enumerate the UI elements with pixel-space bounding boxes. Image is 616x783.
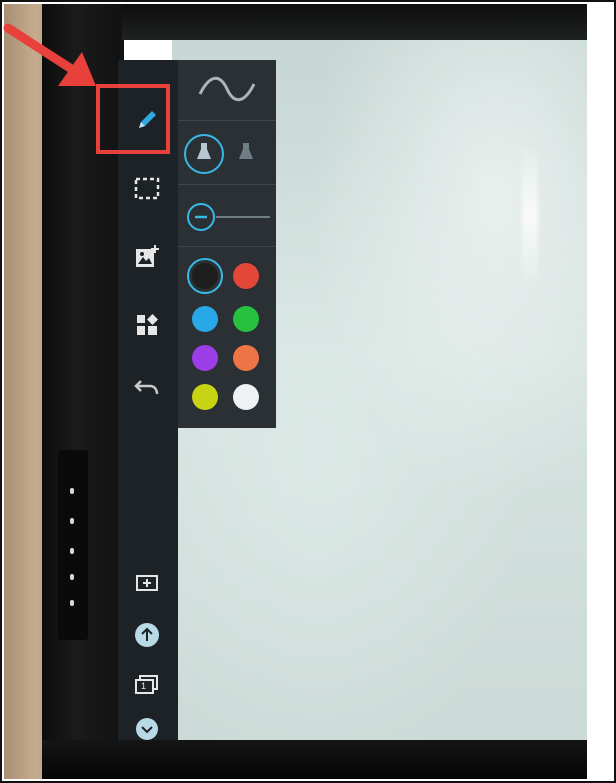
panel-divider [178, 120, 276, 121]
pen-type-brush-button[interactable] [230, 138, 262, 170]
color-swatch-green[interactable] [233, 306, 259, 332]
color-swatch-yellow[interactable] [192, 384, 218, 410]
color-swatch-blue[interactable] [192, 306, 218, 332]
collapse-toolbar-button[interactable] [132, 714, 162, 744]
color-swatch-red[interactable] [233, 263, 259, 289]
page-indicator-button[interactable]: 1 [132, 670, 162, 700]
add-page-button[interactable] [132, 568, 162, 598]
hardware-button[interactable] [70, 548, 74, 554]
hardware-button[interactable] [70, 488, 74, 494]
display-bezel-top [122, 4, 587, 40]
hardware-button[interactable] [70, 574, 74, 580]
color-swatch-white[interactable] [233, 384, 259, 410]
page-icon: 1 [134, 674, 160, 696]
upload-button[interactable] [132, 620, 162, 650]
screen-glare [522, 140, 538, 290]
display-bezel-bottom [42, 740, 587, 779]
upload-icon [133, 621, 161, 649]
apps-button[interactable] [132, 310, 162, 340]
annotation-arrow-icon [2, 22, 112, 102]
pen-type-standard-button[interactable] [184, 134, 224, 174]
wave-icon [196, 76, 258, 110]
stroke-style-button[interactable] [196, 72, 258, 111]
color-swatch-purple[interactable] [192, 345, 218, 371]
panel-divider [178, 246, 276, 247]
page-number-label: 1 [141, 681, 147, 691]
color-swatch-black[interactable] [192, 263, 218, 289]
whiteboard-toolbar: 1 [118, 60, 178, 740]
pen-type-brush-icon [235, 141, 257, 168]
add-page-icon [135, 573, 159, 593]
image-add-icon [133, 243, 161, 271]
panel-divider [178, 184, 276, 185]
dashed-selection-icon [133, 176, 161, 202]
pen-type-standard-icon [193, 141, 215, 168]
pen-settings-panel [178, 60, 276, 428]
thickness-slider[interactable] [184, 200, 274, 239]
chevron-down-icon [134, 716, 160, 742]
photo-frame: 1 [0, 0, 616, 783]
undo-icon [133, 375, 161, 399]
hardware-button[interactable] [70, 518, 74, 524]
color-swatch-orange[interactable] [233, 345, 259, 371]
hardware-side-buttons [58, 450, 88, 640]
selection-tool-button[interactable] [132, 174, 162, 204]
hardware-button[interactable] [70, 600, 74, 606]
grid-icon [133, 311, 161, 339]
thickness-slider-icon [184, 203, 274, 238]
undo-button[interactable] [132, 372, 162, 402]
insert-image-button[interactable] [132, 242, 162, 272]
